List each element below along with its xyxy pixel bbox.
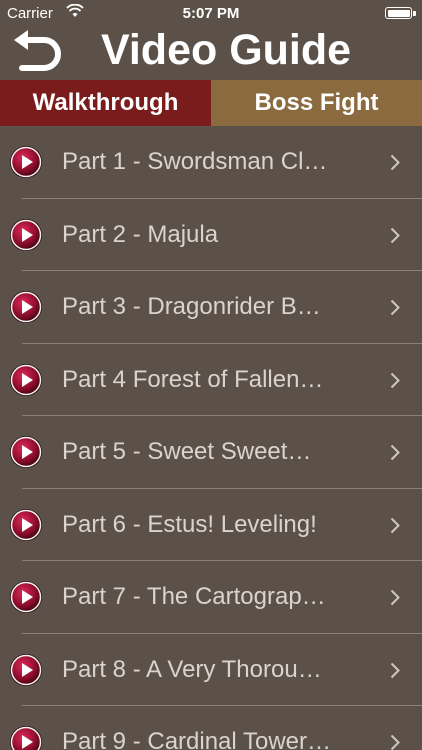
chevron-right-icon — [390, 372, 400, 388]
play-icon — [10, 653, 42, 686]
play-icon — [10, 726, 42, 750]
list-item[interactable]: Part 4 Forest of Fallen… — [0, 344, 422, 416]
play-icon — [10, 581, 42, 613]
chevron-right-icon — [390, 154, 400, 171]
play-icon — [10, 508, 42, 541]
status-time: 5:07 PM — [182, 5, 240, 22]
video-list: Part 1 - Swordsman Cl… Part 2 - Majula Par… — [0, 126, 422, 750]
list-item[interactable]: Part 5 - Sweet Sweet… — [0, 416, 422, 489]
list-item[interactable]: Part 7 - The Cartograp… — [0, 561, 422, 634]
tab-boss-fight[interactable]: Boss Fight — [211, 80, 422, 126]
navigation-bar: Video Guide — [0, 22, 422, 80]
list-item-label: Part 8 - A Very Thorou… — [62, 655, 322, 683]
list-item[interactable]: Part 3 - Dragonrider B… — [0, 271, 422, 344]
list-item-label: Part 5 - Sweet Sweet… — [62, 438, 312, 465]
play-icon — [10, 363, 42, 396]
chevron-right-icon — [390, 227, 400, 243]
list-item[interactable]: Part 9 - Cardinal Tower… — [0, 706, 422, 750]
list-item[interactable]: Part 8 - A Very Thorou… — [0, 634, 422, 706]
list-item-label: Part 3 - Dragonrider B… — [62, 293, 321, 320]
tab-walkthrough[interactable]: Walkthrough — [0, 80, 211, 126]
battery-icon — [385, 7, 416, 19]
back-arrow-icon[interactable] — [10, 30, 66, 74]
chevron-right-icon — [390, 444, 400, 461]
list-item-label: Part 6 - Estus! Leveling! — [62, 510, 317, 538]
segmented-tabs: Walkthrough Boss Fight — [0, 80, 422, 126]
page-title: Video Guide — [100, 26, 352, 74]
chevron-right-icon — [390, 589, 400, 606]
list-item-label: Part 4 Forest of Fallen… — [62, 365, 324, 393]
chevron-right-icon — [390, 299, 400, 316]
play-icon — [10, 436, 42, 468]
list-item-label: Part 9 - Cardinal Tower… — [62, 728, 331, 750]
list-item-label: Part 7 - The Cartograp… — [62, 583, 326, 610]
chevron-right-icon — [390, 734, 400, 750]
list-item-label: Part 2 - Majula — [62, 220, 219, 248]
play-icon — [10, 218, 42, 251]
list-item[interactable]: Part 1 - Swordsman Cl… — [0, 126, 422, 199]
list-item-label: Part 1 - Swordsman Cl… — [62, 148, 328, 175]
chevron-right-icon — [390, 517, 400, 533]
list-item[interactable]: Part 2 - Majula — [0, 199, 422, 271]
play-icon — [10, 146, 42, 178]
play-icon — [10, 291, 42, 323]
chevron-right-icon — [390, 662, 400, 678]
list-item[interactable]: Part 6 - Estus! Leveling! — [0, 489, 422, 561]
